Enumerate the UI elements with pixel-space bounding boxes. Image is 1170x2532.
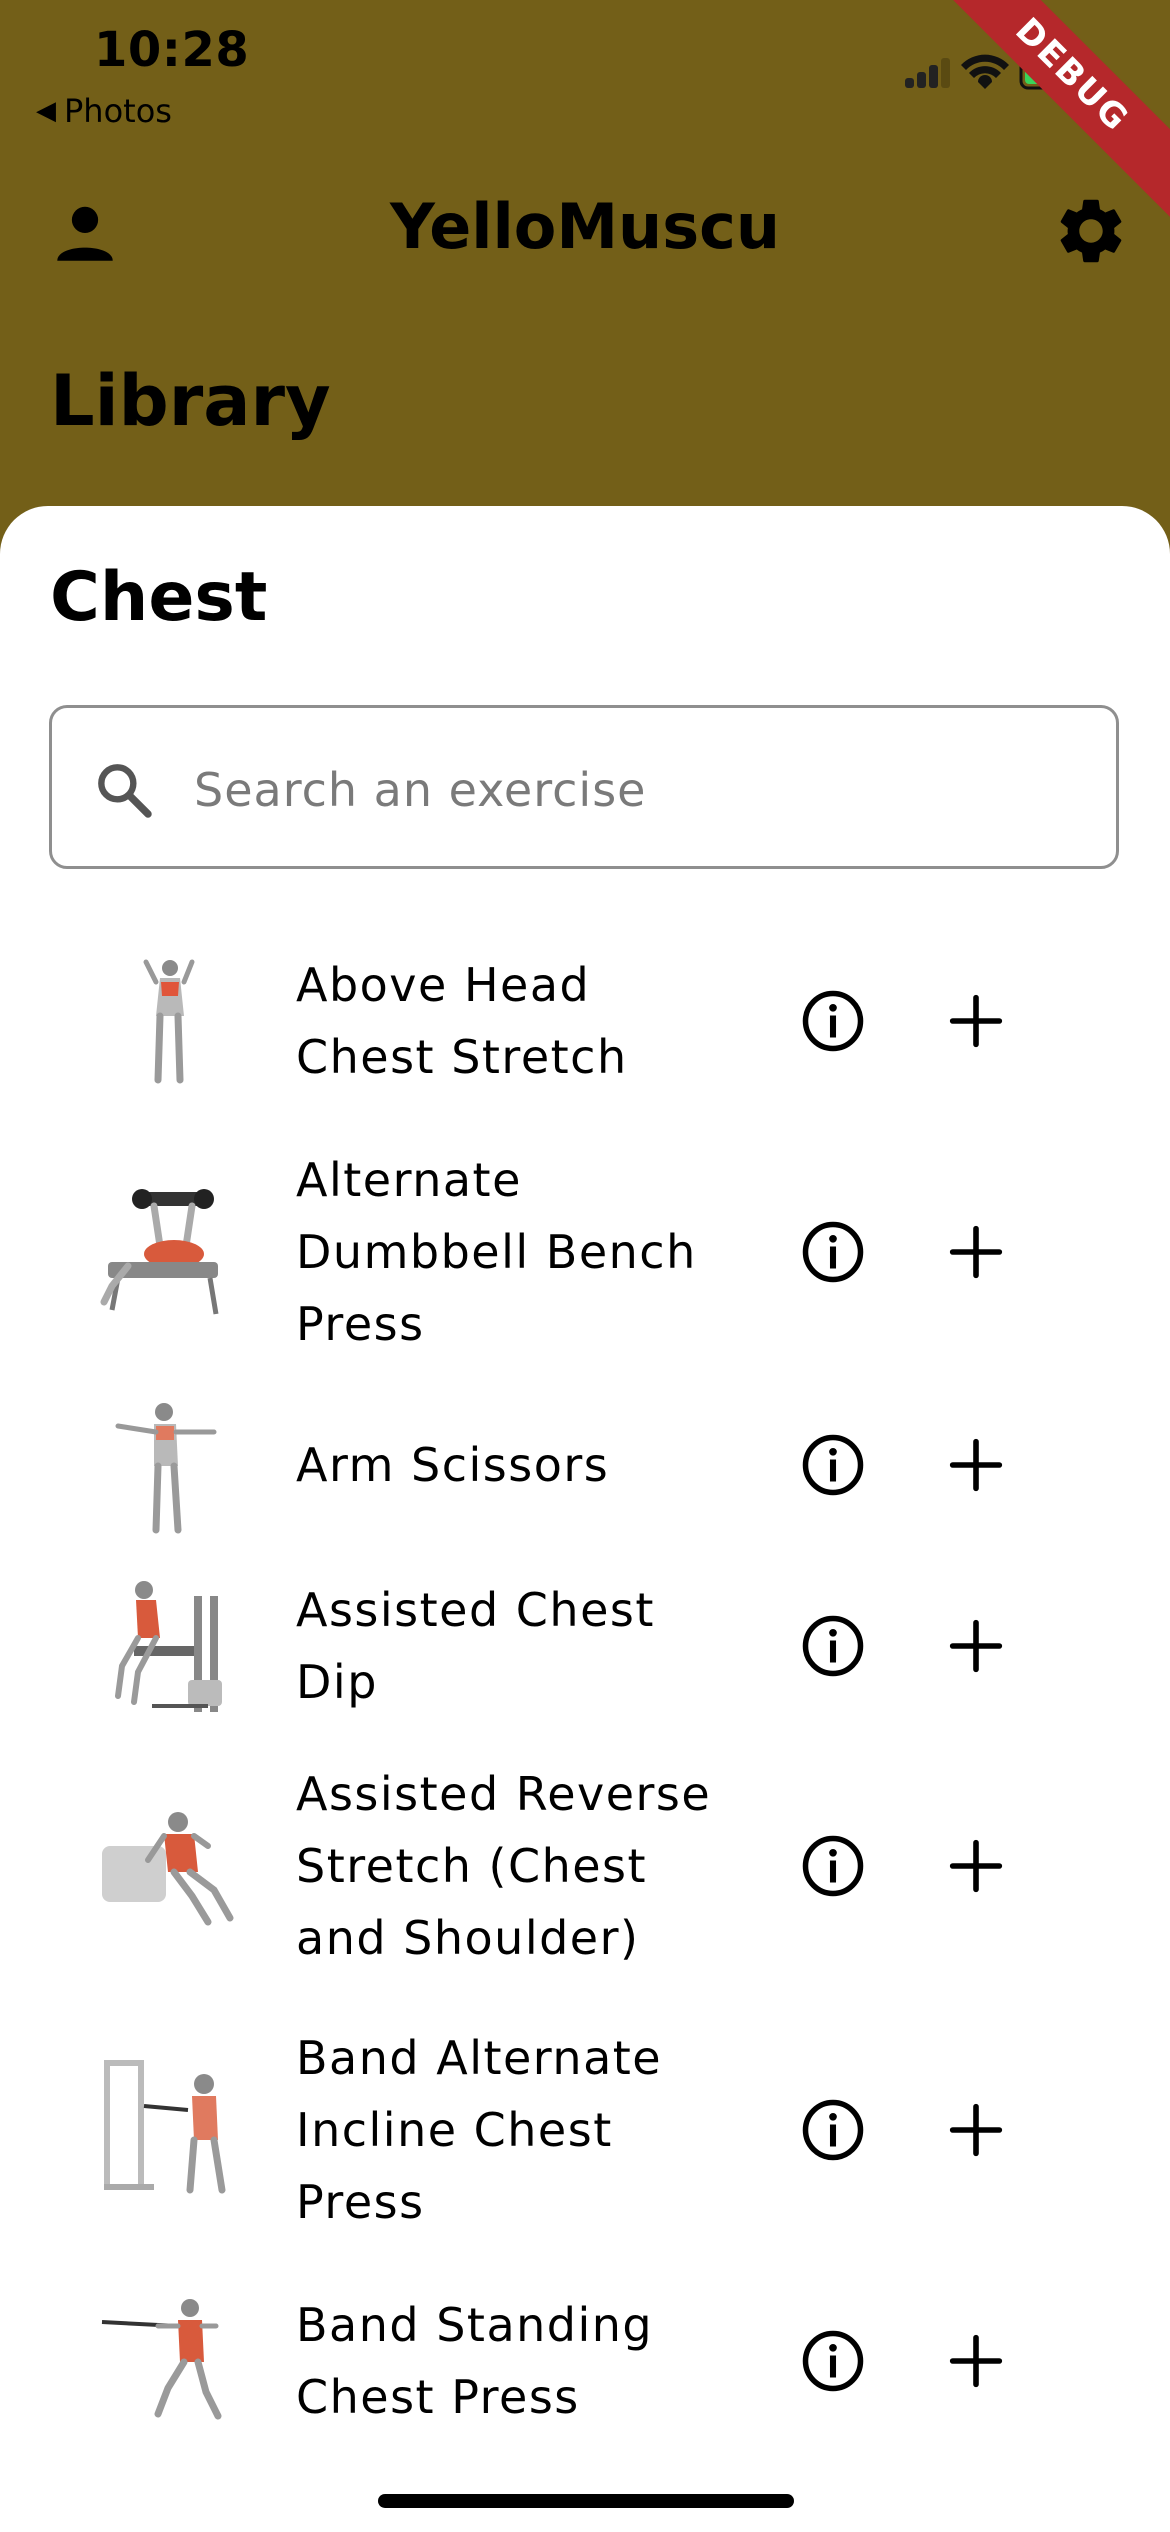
exercise-item[interactable]: Above Head Chest Stretch	[0, 932, 1170, 1110]
search-field[interactable]	[49, 705, 1119, 869]
add-icon[interactable]	[948, 1838, 1004, 1894]
home-indicator[interactable]	[378, 2494, 794, 2508]
page-heading: Library	[50, 360, 331, 442]
exercise-thumbnail	[143, 959, 195, 1084]
exercise-name: Band Alternate Incline Chest Press	[296, 2031, 663, 2229]
add-icon[interactable]	[948, 2333, 1004, 2389]
exercise-item[interactable]: Band Alternate Incline Chest Press	[0, 2010, 1170, 2250]
info-icon[interactable]	[800, 1432, 866, 1498]
exercise-thumbnail	[104, 2060, 226, 2194]
exercise-name: Band Standing Chest Press	[296, 2298, 654, 2424]
exercise-name: Assisted Reverse Stretch (Chest and Shou…	[296, 1767, 712, 1965]
exercise-thumbnail	[100, 1189, 219, 1315]
info-icon[interactable]	[800, 2328, 866, 2394]
exercise-item[interactable]: Assisted Chest Dip	[0, 1556, 1170, 1736]
exercise-item[interactable]: Band Standing Chest Press	[0, 2266, 1170, 2456]
exercise-name: Alternate Dumbbell Bench Press	[296, 1153, 697, 1351]
exercise-name: Above Head Chest Stretch	[296, 958, 628, 1084]
section-title: Chest	[50, 558, 268, 637]
info-icon[interactable]	[800, 988, 866, 1054]
exercise-item[interactable]: Assisted Reverse Stretch (Chest and Shou…	[0, 1746, 1170, 1986]
search-input[interactable]	[192, 744, 1076, 836]
add-icon[interactable]	[948, 2102, 1004, 2158]
info-icon[interactable]	[800, 1833, 866, 1899]
exercise-item[interactable]: Arm Scissors	[0, 1376, 1170, 1554]
exercise-thumbnail	[101, 2299, 222, 2420]
exercise-item[interactable]: Alternate Dumbbell Bench Press	[0, 1132, 1170, 1372]
add-icon[interactable]	[948, 1618, 1004, 1674]
back-app-label: Photos	[64, 92, 172, 130]
add-icon[interactable]	[948, 1437, 1004, 1493]
exercise-name: Arm Scissors	[296, 1438, 610, 1492]
add-icon[interactable]	[948, 993, 1004, 1049]
exercise-sheet: Chest Above Head Chest Stretch	[0, 506, 1170, 2532]
info-icon[interactable]	[800, 1219, 866, 1285]
app-bar: YelloMuscu	[0, 170, 1170, 280]
status-time: 10:28	[94, 22, 250, 78]
settings-button[interactable]	[1052, 192, 1130, 270]
back-to-app-link[interactable]: ◀ Photos	[36, 92, 172, 130]
add-icon[interactable]	[948, 1224, 1004, 1280]
exercise-thumbnail	[102, 1812, 234, 1926]
exercise-thumbnail	[115, 1581, 222, 1712]
info-icon[interactable]	[800, 1613, 866, 1679]
gear-icon	[1060, 199, 1122, 263]
search-icon	[98, 764, 152, 818]
exercise-name: Assisted Chest Dip	[296, 1583, 655, 1709]
app-title: YelloMuscu	[390, 190, 780, 263]
back-triangle-icon: ◀	[36, 96, 56, 126]
info-icon[interactable]	[800, 2097, 866, 2163]
status-bar: 10:28 ◀ Photos DEBUG	[0, 0, 1170, 232]
exercise-thumbnail	[115, 1403, 217, 1534]
